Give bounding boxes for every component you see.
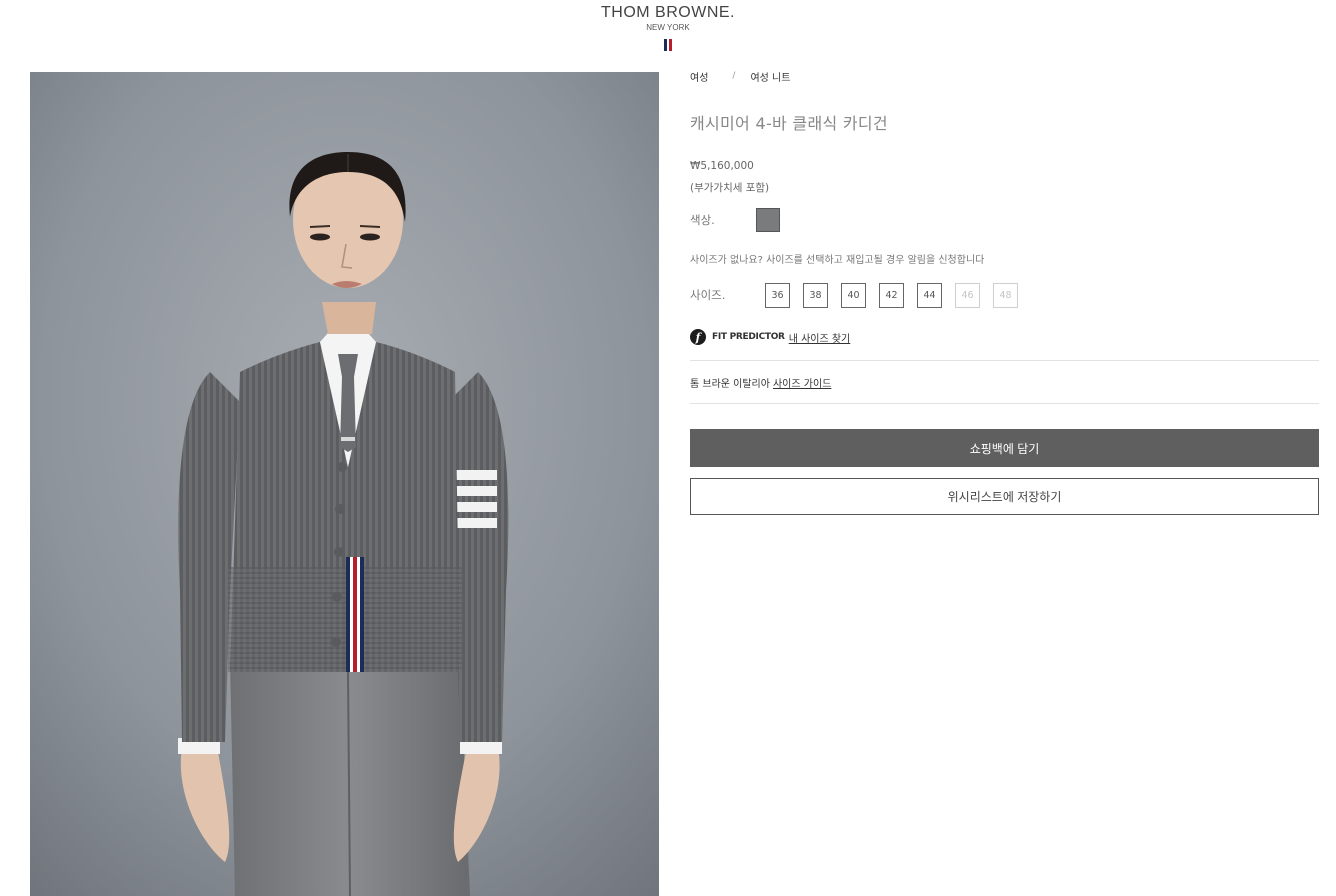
product-image[interactable] [30,72,659,896]
size-option-36[interactable]: 36 [765,282,790,308]
color-selector: 색상. [690,207,1319,233]
brand-logo[interactable]: THOM BROWNE. NEW YORK [0,4,1336,55]
product-price: ₩5,160,000 [690,160,754,172]
fit-predictor: f FIT PREDICTOR 내 사이즈 찾기 [690,328,1319,346]
breadcrumb: 여성 / 여성 니트 [690,68,1319,84]
size-option-40[interactable]: 40 [841,282,866,308]
product-title: 캐시미어 4-바 클래식 카디건 [690,114,888,133]
fit-predictor-label: FIT PREDICTOR [712,332,785,342]
find-my-size-link[interactable]: 내 사이즈 찾기 [789,330,851,345]
product-details: 여성 / 여성 니트 캐시미어 4-바 클래식 카디건 ₩5,160,000 (… [690,68,1319,515]
product-photo-cardigan [30,72,659,896]
size-guide-link[interactable]: 사이즈 가이드 [773,375,831,390]
add-to-bag-button[interactable]: 쇼핑백에 담기 [690,429,1319,467]
size-option-48[interactable]: 48 [993,282,1018,308]
size-option-46[interactable]: 46 [955,282,980,308]
color-label: 색상. [690,213,715,227]
breadcrumb-women[interactable]: 여성 [690,69,708,84]
fit-predictor-icon: f [690,329,706,345]
brand-name: THOM BROWNE. [601,4,735,21]
divider [690,403,1319,404]
size-guide-row: 톰 브라운 이탈리아 사이즈 가이드 [690,361,1319,403]
size-option-44[interactable]: 44 [917,282,942,308]
size-option-42[interactable]: 42 [879,282,904,308]
breadcrumb-separator: / [732,71,736,81]
save-to-wishlist-button[interactable]: 위시리스트에 저장하기 [690,478,1319,515]
breadcrumb-women-knitwear[interactable]: 여성 니트 [750,69,790,84]
brand-city: NEW YORK [646,23,690,32]
product-page: THOM BROWNE. NEW YORK 여성 / 여성 니트 캐시미어 4-… [0,0,1336,896]
size-label: 사이즈. [690,288,726,302]
size-guide-prefix: 톰 브라운 이탈리아 [690,378,770,390]
color-swatch-grey[interactable] [756,208,780,232]
size-selector: 사이즈. 36 38 40 42 44 46 48 [690,282,1319,308]
tricolor-flag-icon [664,39,672,51]
restock-notify-text[interactable]: 사이즈가 없나요? 사이즈를 선택하고 재입고될 경우 알림을 신청합니다 [690,251,1319,266]
size-option-38[interactable]: 38 [803,282,828,308]
vat-note: (부가가치세 포함) [690,182,770,194]
